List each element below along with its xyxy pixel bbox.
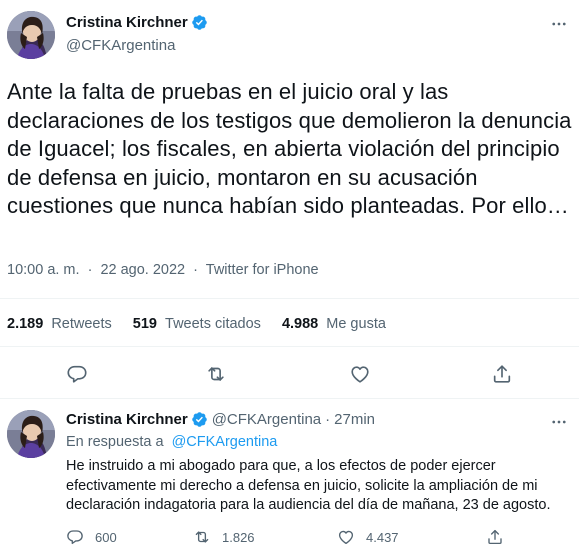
author-name-row: Cristina Kirchner [66, 14, 208, 31]
stat-label: Me gusta [326, 316, 386, 332]
meta-separator: · [193, 262, 198, 278]
tweet-date[interactable]: 22 ago. 2022 [100, 262, 185, 278]
tweet-time[interactable]: 10:00 a. m. [7, 262, 80, 278]
stat-value: 2.189 [7, 316, 44, 332]
reply-context: En respuesta a @CFKArgentina [66, 434, 277, 450]
reply-text: He instruido a mi abogado para que, a lo… [66, 458, 551, 513]
divider [0, 398, 579, 399]
reply-header: Cristina Kirchner @CFKArgentina · 27min [66, 411, 375, 428]
share-icon[interactable] [486, 528, 515, 546]
verified-badge-icon [191, 411, 208, 428]
reply-author-handle[interactable]: @CFKArgentina [212, 411, 321, 428]
stat-label: Retweets [51, 316, 112, 332]
tweet-text: Ante la falta de pruebas en el juicio or… [7, 79, 572, 218]
stat-value: 4.988 [281, 316, 319, 332]
tweet-actions [0, 359, 579, 389]
tweet-meta: 10:00 a. m. · 22 ago. 2022 · Twitter for… [7, 262, 319, 278]
reply-actions: 600 1.826 4.437 [66, 526, 576, 548]
meta-separator: · [87, 262, 93, 278]
heart-icon[interactable] [345, 359, 375, 389]
more-dots-icon[interactable] [549, 412, 569, 432]
divider [0, 298, 579, 299]
reply-bubble-icon[interactable] [62, 359, 92, 389]
retweet-icon[interactable] [201, 359, 231, 389]
reply-time[interactable]: 27min [334, 411, 375, 428]
reply-author-name[interactable]: Cristina Kirchner [66, 411, 188, 428]
retweet-count: 1.826 [222, 529, 255, 545]
author-handle[interactable]: @CFKArgentina [66, 37, 175, 54]
reply-author-avatar[interactable] [7, 410, 55, 458]
heart-icon [338, 530, 354, 545]
stat-value: 519 [132, 316, 157, 332]
reply-action-reply[interactable]: 600 [66, 528, 117, 546]
reply-prefix: En respuesta a [66, 434, 164, 450]
tweet-stats: 2.189 Retweets 519 Tweets citados 4.988 … [7, 316, 407, 332]
reply-to-handle[interactable]: @CFKArgentina [172, 434, 278, 450]
reply-action-retweet[interactable]: 1.826 [193, 528, 255, 546]
reply-action-like[interactable]: 4.437 [337, 528, 399, 546]
author-avatar[interactable] [7, 11, 55, 59]
retweet-icon [195, 531, 209, 543]
like-count: 4.437 [366, 529, 399, 545]
stat-retweets[interactable]: 2.189 Retweets [7, 316, 112, 332]
tweet-source[interactable]: Twitter for iPhone [206, 262, 319, 278]
reply-bubble-icon [67, 530, 83, 545]
verified-badge-icon [191, 14, 208, 31]
author-name[interactable]: Cristina Kirchner [66, 14, 188, 31]
reply-count: 600 [95, 529, 117, 545]
header-dot: · [325, 411, 331, 428]
stat-quote-tweets[interactable]: 519 Tweets citados [133, 316, 261, 332]
more-dots-icon[interactable] [549, 14, 569, 34]
divider [0, 346, 579, 347]
stat-likes[interactable]: 4.988 Me gusta [282, 316, 386, 332]
author-handle-row: @CFKArgentina [66, 37, 175, 54]
stat-label: Tweets citados [165, 316, 261, 332]
share-icon[interactable] [487, 359, 517, 389]
